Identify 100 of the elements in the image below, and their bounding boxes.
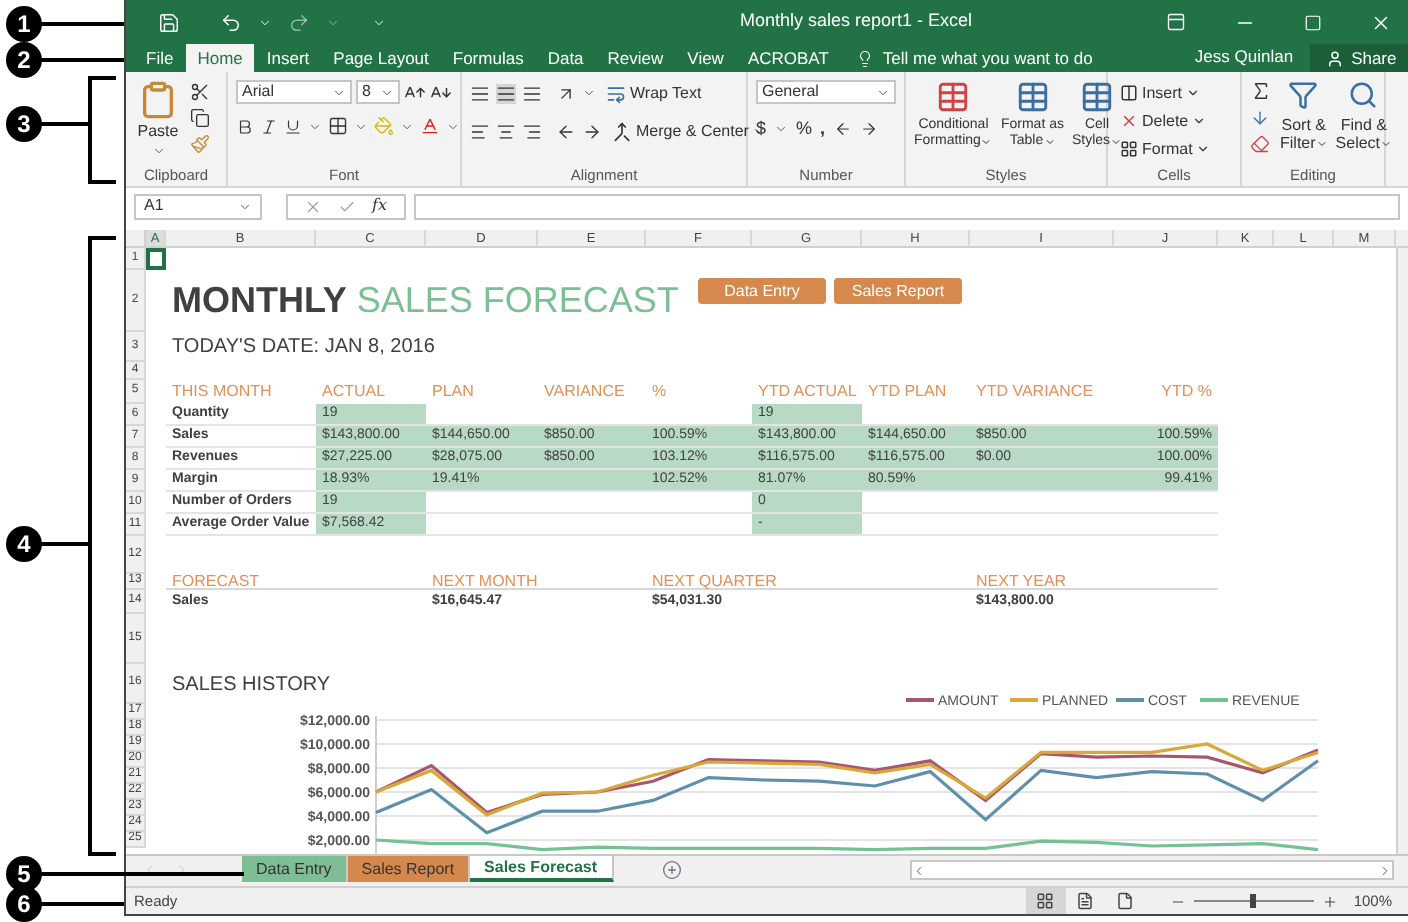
align-left-icon[interactable]	[470, 121, 490, 141]
number-format-field[interactable]: General	[756, 80, 896, 104]
column-heading: NEXT QUARTER	[652, 569, 777, 593]
clipboard-icon	[138, 80, 178, 120]
wrap-text-button[interactable]: Wrap Text	[602, 80, 706, 106]
menu-tab[interactable]: Data	[535, 44, 596, 72]
callout-number: 1	[6, 6, 42, 42]
shrink-font-icon[interactable]	[430, 81, 452, 103]
column-heading: PLAN	[432, 380, 474, 404]
underline-icon[interactable]	[284, 117, 302, 135]
cells-button[interactable]: Delete	[1116, 108, 1215, 134]
borders-icon[interactable]	[328, 116, 348, 136]
vertical-scrollbar[interactable]	[1396, 248, 1408, 854]
scroll-right-icon[interactable]	[1378, 863, 1392, 877]
align-right-icon[interactable]	[522, 121, 542, 141]
column-heading: YTD %	[1161, 380, 1212, 404]
grow-font-icon[interactable]	[404, 81, 426, 103]
grid-icon	[1036, 892, 1055, 910]
align-bottom-icon[interactable]	[522, 83, 542, 103]
column-heading: NEXT MONTH	[432, 569, 538, 593]
scroll-left-icon[interactable]	[912, 863, 926, 877]
sheet-tab[interactable]: Sales Forecast	[470, 856, 614, 882]
cancel-icon[interactable]	[304, 197, 322, 215]
zoom-in-icon[interactable]	[1321, 893, 1338, 909]
bold-icon[interactable]	[236, 117, 254, 135]
previous-sheet-icon[interactable]	[142, 862, 158, 878]
lightbulb-icon	[856, 49, 875, 67]
selected-cell[interactable]	[146, 248, 166, 270]
sheet-tab[interactable]: Sales Report	[347, 856, 471, 882]
tell-me-field[interactable]: Tell me what you want to do	[840, 44, 1179, 72]
increase-decimal-icon[interactable]	[833, 120, 852, 139]
column-heading: THIS MONTH	[172, 380, 272, 404]
horizontal-scrollbar[interactable]	[910, 860, 1394, 880]
font-family-field[interactable]: Arial	[236, 80, 352, 104]
currency-button[interactable]: $	[756, 116, 767, 143]
editing-button[interactable]: Sort & Filter	[1280, 80, 1328, 166]
column-heading: YTD ACTUAL	[758, 380, 857, 404]
sheet-tab[interactable]: Data Entry	[242, 856, 348, 882]
insert-function-button[interactable]: fx	[372, 194, 387, 218]
callout-number: 3	[6, 106, 42, 142]
fill-icon[interactable]	[1250, 108, 1270, 128]
menu-tab[interactable]: View	[675, 44, 736, 72]
cut-icon[interactable]	[190, 82, 210, 102]
decrease-decimal-icon[interactable]	[859, 120, 878, 139]
menu-tab[interactable]: Page Layout	[321, 44, 441, 72]
italic-icon[interactable]	[260, 117, 278, 135]
table-icon	[1015, 80, 1050, 114]
font-color-icon[interactable]	[420, 116, 440, 136]
paste-button[interactable]: Paste	[134, 80, 182, 166]
zoom-slider[interactable]	[1193, 894, 1314, 908]
cells-button[interactable]: Insert	[1116, 80, 1215, 106]
callout-number: 2	[6, 42, 42, 78]
share-button[interactable]: Share	[1309, 44, 1408, 72]
redo-icon[interactable]	[288, 11, 310, 33]
name-box[interactable]: A1	[134, 193, 262, 219]
cells-button[interactable]: Format	[1116, 136, 1215, 162]
table-icon	[1080, 80, 1115, 114]
maximize-icon[interactable]	[1304, 13, 1322, 31]
merge-icon	[612, 121, 632, 141]
insert-cells-icon	[1120, 84, 1138, 102]
menu-tab[interactable]: File	[134, 44, 186, 72]
column-heading: ACTUAL	[322, 380, 386, 404]
formula-field[interactable]	[414, 193, 1400, 219]
comma-button[interactable]: ,	[820, 116, 826, 143]
menu-tab[interactable]: Insert	[254, 44, 322, 72]
fill-color-icon[interactable]	[374, 116, 394, 136]
menu-tab[interactable]: Review	[595, 44, 676, 72]
increase-indent-icon[interactable]	[582, 121, 602, 141]
close-icon[interactable]	[1370, 11, 1392, 33]
menu-tab[interactable]: Formulas	[440, 44, 536, 72]
align-middle-icon[interactable]	[496, 83, 516, 103]
wrap-icon	[606, 83, 626, 103]
editing-button[interactable]: Find & Select	[1335, 80, 1393, 166]
sheet-title: MONTHLY	[172, 280, 347, 320]
menu-tab[interactable]: ACROBAT	[735, 44, 841, 72]
undo-icon[interactable]	[220, 11, 242, 33]
menu-tab[interactable]: Home	[185, 44, 255, 72]
leader-line	[40, 58, 124, 62]
next-sheet-icon[interactable]	[174, 862, 190, 878]
copy-icon[interactable]	[190, 108, 210, 128]
align-top-icon[interactable]	[470, 83, 490, 103]
decrease-indent-icon[interactable]	[556, 121, 576, 141]
user-name[interactable]: Jess Quinlan	[1178, 44, 1310, 72]
chart-title: SALES HISTORY	[172, 671, 331, 699]
save-icon[interactable]	[158, 11, 180, 33]
column-heading: VARIANCE	[544, 380, 625, 404]
filter-icon	[1288, 80, 1319, 110]
eraser-icon[interactable]	[1250, 134, 1270, 154]
autosum-icon[interactable]	[1250, 80, 1272, 102]
font-size-field[interactable]: 8	[356, 80, 400, 104]
align-center-icon[interactable]	[496, 121, 516, 141]
page-icon	[1116, 892, 1135, 910]
bracket	[88, 76, 116, 184]
percent-button[interactable]: %	[796, 116, 813, 143]
slider-thumb[interactable]	[1250, 894, 1257, 908]
add-sheet-icon[interactable]	[661, 860, 682, 880]
page-icon	[1076, 892, 1095, 910]
view-button[interactable]	[1025, 888, 1066, 914]
ribbon-display-icon[interactable]	[1166, 12, 1186, 32]
caret-icon	[1110, 136, 1123, 148]
